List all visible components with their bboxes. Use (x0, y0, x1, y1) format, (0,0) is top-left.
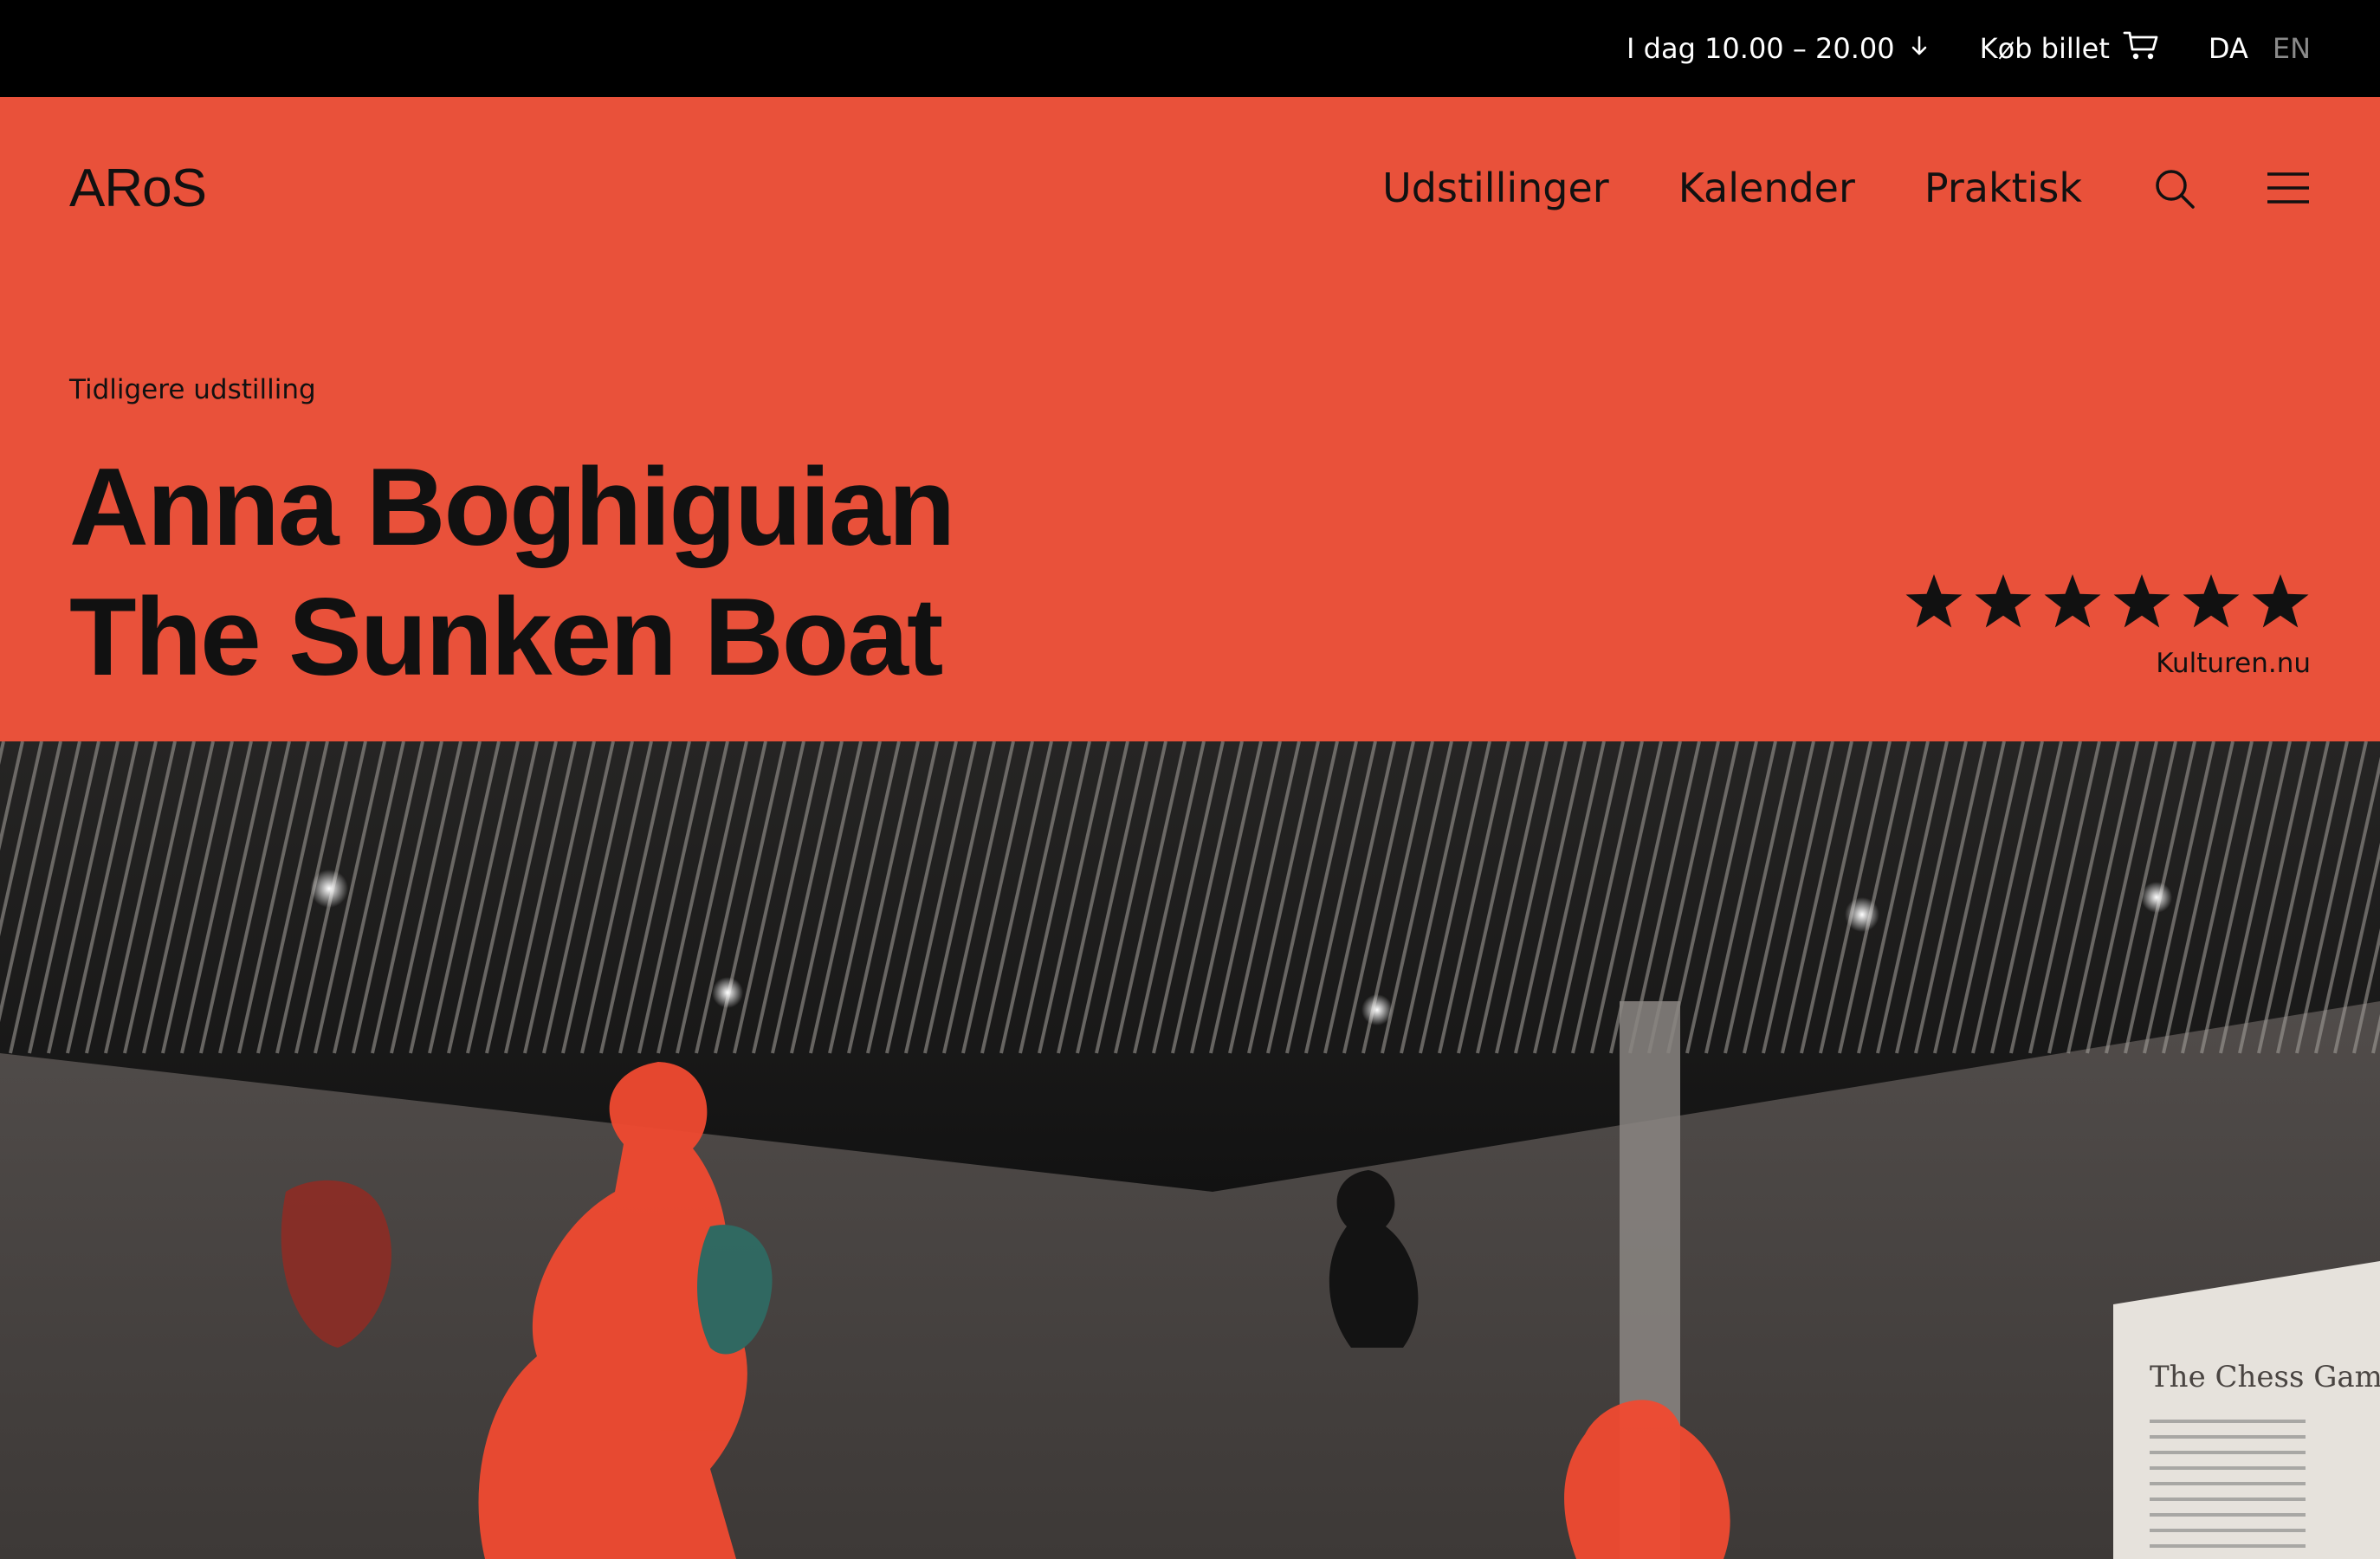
language-en[interactable]: EN (2273, 32, 2311, 65)
language-da[interactable]: DA (2209, 32, 2248, 65)
hamburger-menu-icon[interactable] (2266, 171, 2311, 205)
cart-icon (2122, 26, 2160, 71)
exhibition-hero-image: The Chess Game (0, 741, 2380, 1559)
exhibition-title: Anna Boghiguian The Sunken Boat (69, 442, 955, 702)
nav-kalender[interactable]: Kalender (1678, 165, 1855, 211)
nav-praktisk[interactable]: Praktisk (1924, 165, 2082, 211)
star-icon (2042, 572, 2103, 636)
buy-ticket-link[interactable]: Køb billet (1980, 26, 2160, 71)
site-logo[interactable]: ARoS (69, 158, 207, 219)
opening-hours-dropdown[interactable]: I dag 10.00 – 20.00 (1627, 32, 1931, 65)
star-icon (2250, 572, 2311, 636)
arrow-down-icon (1907, 32, 1931, 65)
nav-udstillinger[interactable]: Udstillinger (1382, 165, 1609, 211)
star-icon (1904, 572, 1964, 636)
opening-hours-label: I dag 10.00 – 20.00 (1627, 32, 1895, 65)
language-switcher: DA EN (2209, 32, 2311, 65)
review-rating: Kulturen.nu (1904, 572, 2311, 679)
star-icon (2181, 572, 2241, 636)
exhibition-title-line-1: Anna Boghiguian (69, 445, 955, 568)
star-icon (2112, 572, 2172, 636)
buy-ticket-label: Køb billet (1979, 32, 2110, 65)
exhibition-title-line-2: The Sunken Boat (69, 575, 943, 698)
main-navigation: Udstillinger Kalender Praktisk (1382, 165, 2311, 211)
top-utility-bar: I dag 10.00 – 20.00 Køb billet DA EN (0, 0, 2380, 97)
star-rating (1904, 572, 2311, 636)
search-icon[interactable] (2151, 165, 2196, 210)
wall-text-title: The Chess Game (2150, 1360, 2380, 1394)
exhibition-header: ARoS Udstillinger Kalender Praktisk Tidl… (0, 97, 2380, 741)
exhibition-status: Tidligere udstilling (69, 374, 316, 405)
review-source: Kulturen.nu (2156, 648, 2311, 679)
star-icon (1973, 572, 2034, 636)
